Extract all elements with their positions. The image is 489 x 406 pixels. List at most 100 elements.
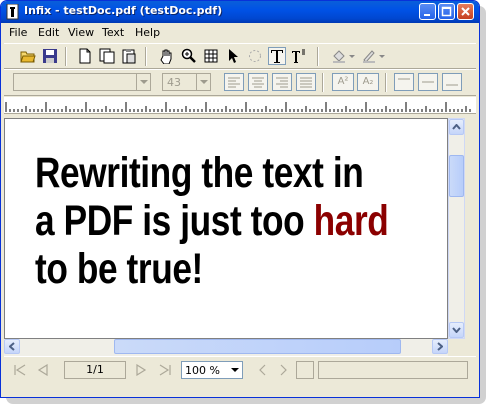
align-center-button[interactable]	[248, 73, 268, 91]
back-view-button[interactable]	[254, 361, 272, 379]
align-left-icon	[228, 77, 240, 88]
page-icon	[79, 48, 91, 64]
horizontal-ruler[interactable]	[4, 97, 476, 114]
ruler-ticks	[5, 102, 471, 112]
select-arrow-icon	[229, 49, 238, 63]
lasso-icon	[249, 50, 261, 62]
scroll-down-button[interactable]	[449, 322, 464, 338]
text-line-1: Rewriting the text in	[35, 149, 364, 197]
format-toolbar: 43 A² A₂	[4, 69, 476, 96]
line-style-icon	[398, 78, 410, 80]
text-tool-button[interactable]	[268, 47, 286, 65]
forward-arrow-icon	[280, 364, 287, 376]
zoom-select[interactable]: 100 %	[181, 361, 243, 379]
scroll-left-button[interactable]	[4, 339, 20, 354]
scroll-right-button[interactable]	[432, 339, 448, 354]
paragraph-tool-button[interactable]	[290, 47, 308, 65]
highlighted-word: hard	[313, 197, 389, 245]
zoom-tool-icon	[181, 48, 196, 63]
text-line-2-prefix: a PDF is just too	[35, 197, 314, 245]
grid-tool-button[interactable]	[202, 47, 220, 65]
minimize-button[interactable]	[419, 3, 436, 20]
horizontal-scroll-thumb[interactable]	[114, 339, 401, 354]
next-page-icon	[136, 364, 147, 376]
menu-file[interactable]: File	[9, 26, 27, 39]
superscript-button[interactable]: A²	[332, 73, 354, 91]
zoom-value: 100 %	[185, 364, 220, 377]
document-canvas[interactable]: Rewriting the text in a PDF is just too …	[4, 118, 448, 339]
text-paragraph-tool-icon	[292, 49, 305, 63]
title-bar[interactable]: Infix - testDoc.pdf (testDoc.pdf)	[1, 1, 479, 23]
menu-help[interactable]: Help	[135, 26, 160, 39]
minimize-icon	[424, 14, 430, 16]
vertical-scroll-thumb[interactable]	[449, 155, 464, 197]
fill-color-icon	[333, 50, 355, 63]
align-left-button[interactable]	[224, 73, 244, 91]
close-button[interactable]	[457, 3, 474, 20]
chevron-down-icon	[452, 327, 461, 333]
infix-app-icon	[6, 4, 19, 20]
lasso-tool-button[interactable]	[246, 47, 264, 65]
scroll-up-button[interactable]	[449, 119, 464, 135]
line-style-3-button[interactable]	[442, 73, 462, 91]
line-style-icon	[446, 84, 458, 86]
page-indicator: 1/1	[64, 361, 126, 379]
hand-tool-icon	[160, 49, 172, 64]
back-arrow-icon	[259, 364, 266, 376]
last-page-icon	[159, 364, 171, 376]
document-text[interactable]: Rewriting the text in a PDF is just too …	[35, 149, 389, 293]
text-line-2: a PDF is just too hard	[35, 197, 389, 245]
chevron-left-icon	[9, 342, 15, 351]
first-page-button[interactable]	[11, 361, 29, 379]
copy-page-icon	[99, 48, 115, 64]
justify-icon	[300, 77, 312, 88]
app-window: Infix - testDoc.pdf (testDoc.pdf) File E…	[0, 0, 480, 398]
save-icon	[43, 49, 57, 63]
window-title: Infix - testDoc.pdf (testDoc.pdf)	[24, 4, 223, 17]
chevron-down-icon	[231, 368, 239, 372]
previous-page-button[interactable]	[34, 361, 52, 379]
subscript-button[interactable]: A₂	[357, 73, 379, 91]
maximize-button[interactable]	[438, 3, 455, 20]
open-button[interactable]	[19, 47, 37, 65]
forward-view-button[interactable]	[274, 361, 292, 379]
font-size-select[interactable]: 43	[162, 73, 211, 91]
font-family-select[interactable]	[13, 73, 151, 91]
text-tool-icon	[271, 50, 283, 63]
last-page-button[interactable]	[156, 361, 174, 379]
vertical-scrollbar[interactable]	[448, 118, 465, 339]
paste-page-button[interactable]	[120, 47, 138, 65]
align-center-icon	[252, 77, 264, 88]
align-right-icon	[276, 77, 288, 88]
copy-page-button[interactable]	[98, 47, 116, 65]
navigation-bar: 1/1 100 %	[4, 356, 476, 383]
menu-edit[interactable]: Edit	[38, 26, 59, 39]
line-color-icon	[363, 50, 385, 63]
line-style-icon	[422, 81, 434, 83]
text-line-3: to be true!	[35, 245, 203, 293]
horizontal-scrollbar[interactable]	[4, 339, 448, 356]
line-style-1-button[interactable]	[394, 73, 414, 91]
main-toolbar	[4, 43, 476, 69]
previous-page-icon	[37, 364, 48, 376]
fill-color-button[interactable]	[330, 47, 358, 65]
paste-page-icon	[122, 49, 136, 64]
save-button[interactable]	[41, 47, 59, 65]
select-tool-button[interactable]	[224, 47, 242, 65]
chevron-down-icon	[139, 80, 148, 84]
next-page-button[interactable]	[132, 361, 150, 379]
hand-tool-button[interactable]	[158, 47, 176, 65]
menu-text[interactable]: Text	[102, 26, 124, 39]
status-pane-message	[318, 361, 468, 379]
new-page-button[interactable]	[76, 47, 94, 65]
justify-button[interactable]	[296, 73, 316, 91]
align-right-button[interactable]	[272, 73, 292, 91]
menu-bar: File Edit View Text Help	[4, 24, 476, 42]
zoom-tool-button[interactable]	[180, 47, 198, 65]
font-size-value: 43	[167, 76, 181, 89]
status-pane-small	[296, 361, 314, 379]
menu-view[interactable]: View	[68, 26, 94, 39]
line-style-2-button[interactable]	[418, 73, 438, 91]
line-color-button[interactable]	[360, 47, 388, 65]
open-folder-icon	[20, 51, 36, 63]
